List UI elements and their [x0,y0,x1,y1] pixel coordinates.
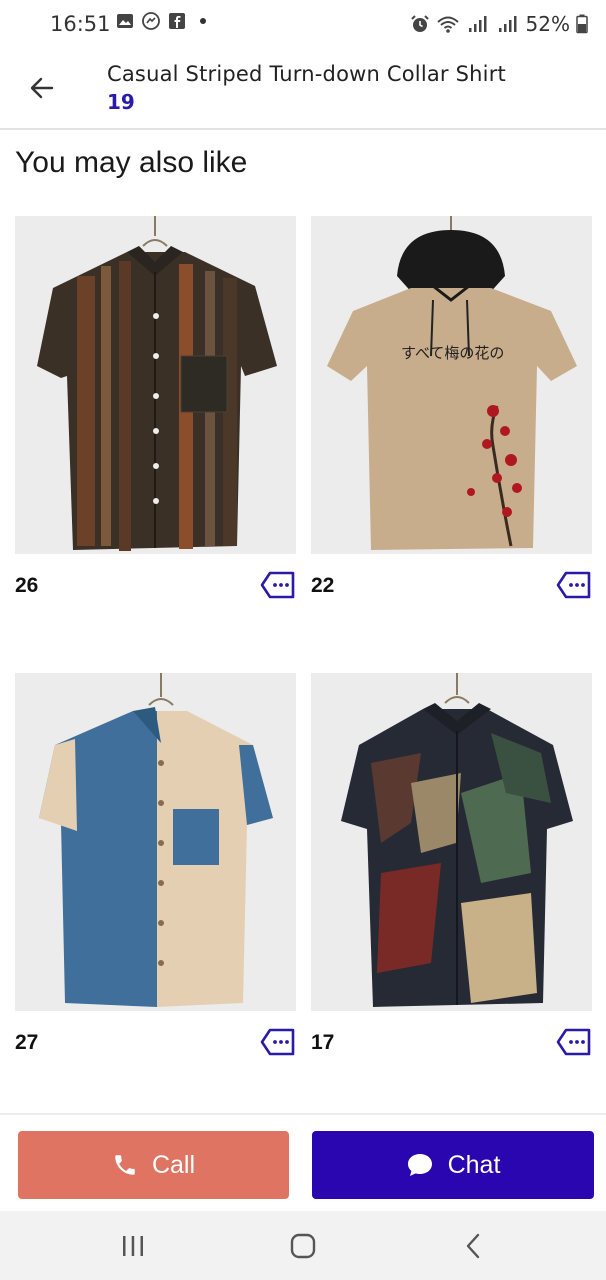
tag-icon[interactable] [260,570,296,600]
system-nav-bar [0,1211,606,1280]
abstract-print-shirt-image [341,673,573,1007]
facebook-icon [169,13,185,29]
back-icon [466,1233,480,1259]
app-header: Casual Striped Turn-down Collar Shirt 19 [0,52,606,130]
recent-apps-button[interactable] [113,1229,153,1263]
signal-icon [498,16,517,32]
section-title: You may also like [15,146,248,179]
call-label: Call [151,1150,196,1179]
recent-apps-icon [123,1236,143,1256]
product-image[interactable] [311,673,592,1011]
product-price: 26 [15,574,39,597]
home-button[interactable] [283,1229,323,1263]
beige-hooded-tshirt-image: すべて梅の花の [327,216,577,550]
chat-bubble-icon [407,1154,432,1176]
messenger-icon [142,12,160,30]
product-price: 17 [311,1031,335,1054]
blue-beige-colorblock-shirt-image [39,673,273,1007]
product-card[interactable]: 27 [15,673,296,1075]
product-price: 27 [15,1031,39,1054]
product-card[interactable]: 26 [15,216,296,618]
signal-icon [468,16,487,32]
arrow-left-icon [30,77,54,99]
home-icon [290,1233,316,1259]
product-image[interactable]: すべて梅の花の [311,216,592,554]
product-image[interactable] [15,673,296,1011]
product-card[interactable]: 17 [311,673,592,1075]
svg-text:すべて梅の花の: すべて梅の花の [401,344,504,362]
product-price: 22 [311,574,335,597]
status-bar: 16:51 52% [0,0,606,48]
system-icons: 52% [410,12,588,36]
battery-icon [576,14,588,34]
notification-dot [200,18,206,24]
call-button[interactable]: Call [18,1131,289,1199]
notification-icons [116,12,206,30]
status-time: 16:51 [50,12,111,36]
action-bar: Call Chat [0,1113,606,1211]
nav-back-button[interactable] [453,1229,493,1263]
gallery-icon [117,14,133,28]
page-title: Casual Striped Turn-down Collar Shirt [107,62,506,86]
alarm-icon [410,15,429,32]
phone-icon [115,1155,135,1175]
tag-icon[interactable] [556,1027,592,1057]
product-meta: 22 [311,554,592,618]
chat-label: Chat [447,1150,501,1179]
product-meta: 27 [15,1011,296,1075]
header-count: 19 [107,90,135,114]
battery-percent: 52% [525,12,570,36]
wifi-icon [436,16,459,33]
back-button[interactable] [24,70,60,106]
chat-button[interactable]: Chat [312,1131,594,1199]
product-meta: 26 [15,554,296,618]
product-image[interactable] [15,216,296,554]
striped-tribal-shirt-image [37,216,277,551]
product-meta: 17 [311,1011,592,1075]
product-card[interactable]: すべて梅の花の 22 [311,216,592,618]
tag-icon[interactable] [556,570,592,600]
tag-icon[interactable] [260,1027,296,1057]
